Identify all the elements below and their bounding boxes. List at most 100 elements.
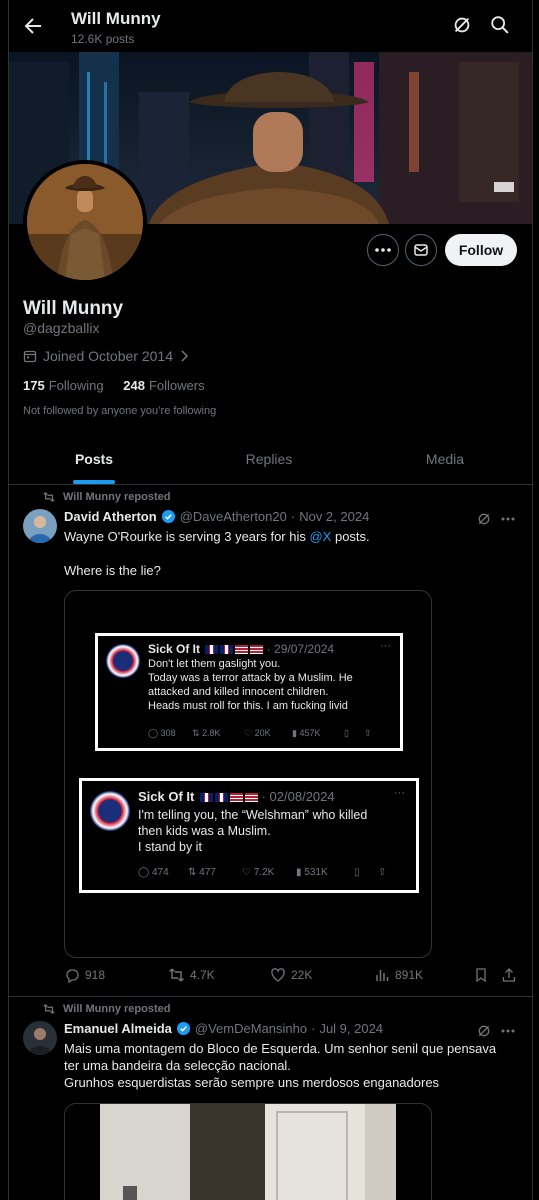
screenshot-avatar: [106, 644, 140, 678]
views-count: 891K: [395, 968, 424, 982]
screenshot-more-icon: ···: [380, 640, 391, 652]
screenshot-likes-count: 20K: [254, 728, 271, 738]
like-button[interactable]: 22K: [270, 967, 312, 983]
author-handle[interactable]: @VemDeMansinho: [195, 1021, 307, 1036]
profile-avatar[interactable]: [23, 160, 147, 284]
screenshot-body: Don't let them gaslight you. Today was a…: [148, 658, 353, 712]
active-tab-indicator: [73, 480, 115, 484]
flag-uk-icon: [220, 645, 234, 655]
screenshot-replies-count: 308: [160, 728, 176, 738]
chevron-right-icon[interactable]: [179, 350, 189, 362]
author-avatar[interactable]: [23, 1021, 57, 1055]
grok-icon[interactable]: [476, 511, 492, 527]
post-date[interactable]: Nov 2, 2024: [299, 509, 369, 524]
separator-dot: ·: [311, 1021, 316, 1036]
screenshot-body: I'm telling you, the “Welshman” who kill…: [138, 808, 368, 854]
author-name[interactable]: David Atherton: [64, 509, 157, 524]
screenshot-replies-count: 474: [151, 867, 169, 878]
repost-indicator: Will Munny reposted: [43, 1003, 170, 1015]
screenshot-reposts-count: 477: [199, 867, 216, 878]
repost-text: Will Munny reposted: [63, 491, 171, 503]
reply-button[interactable]: 918: [64, 967, 105, 983]
tab-replies[interactable]: Replies: [179, 436, 359, 484]
screenshot-actions: ◯ 474 ⇅ 477 ♡ 7.2K ▮ 531K ▯ ⇧: [138, 867, 392, 878]
post-text-start: Wayne O'Rourke is serving 3 years for hi…: [64, 529, 310, 544]
repost-text: Will Munny reposted: [63, 1003, 171, 1015]
post-media[interactable]: [64, 1103, 432, 1200]
heart-icon: ♡: [242, 867, 254, 878]
more-options-button[interactable]: [367, 234, 399, 266]
bookmark-icon[interactable]: [474, 967, 488, 983]
repost-icon: ⇅: [192, 728, 203, 738]
screenshot-more-icon: ···: [394, 787, 405, 799]
tab-media[interactable]: Media: [359, 436, 531, 484]
grok-icon[interactable]: [451, 14, 473, 36]
verified-badge-icon: [176, 1021, 191, 1036]
verified-badge-icon: [161, 509, 176, 524]
repost-button[interactable]: 4.7K: [168, 967, 215, 983]
screenshot-name: Sick Of It: [138, 789, 195, 804]
screenshot-avatar: [90, 791, 130, 831]
screenshot-date: · 29/07/2024: [266, 642, 335, 656]
reply-icon: ◯: [138, 867, 152, 878]
post-text: Wayne O'Rourke is serving 3 years for hi…: [64, 528, 519, 579]
back-arrow-icon[interactable]: [21, 14, 45, 38]
followers-link[interactable]: 248 Followers: [123, 378, 204, 393]
tab-posts[interactable]: Posts: [9, 436, 179, 484]
author-handle[interactable]: @DaveAtherton20: [180, 509, 287, 524]
joined-text: Joined October 2014: [43, 348, 173, 364]
reply-icon: ◯: [148, 728, 161, 738]
screenshot-tweet: Sick Of It · 02/08/2024 ··· I'm telling …: [79, 778, 419, 893]
share-icon[interactable]: [501, 967, 517, 983]
post-more-icon[interactable]: [499, 510, 517, 528]
follow-button[interactable]: Follow: [445, 234, 517, 266]
screenshot-likes-count: 7.2K: [253, 867, 275, 878]
header-title: Will Munny: [71, 9, 161, 28]
grok-icon[interactable]: [476, 1023, 492, 1039]
post-header: David Atherton @DaveAtherton20 · Nov 2, …: [64, 509, 369, 524]
screenshot-date: · 02/08/2024: [261, 789, 335, 804]
bookmark-icon: ▯: [354, 867, 360, 878]
message-button[interactable]: [405, 234, 437, 266]
flag-uk-icon: [205, 645, 219, 655]
screenshot-reposts: ⇅ 477: [188, 867, 242, 878]
screenshot-name: Sick Of It: [148, 642, 201, 656]
profile-tabs: Posts Replies Media: [9, 436, 532, 485]
heart-icon: [270, 967, 286, 983]
profile-handle: @dagzballix: [23, 320, 100, 336]
screenshot-replies: ◯ 474: [138, 867, 188, 878]
screenshot-views-count: 531K: [304, 867, 328, 878]
share-icon: ⇧: [378, 867, 387, 878]
mention-link[interactable]: @X: [309, 529, 331, 544]
post-date[interactable]: Jul 9, 2024: [319, 1021, 383, 1036]
author-name[interactable]: Emanuel Almeida: [64, 1021, 172, 1036]
repost-count: 4.7K: [190, 968, 215, 982]
flag-us-icon: [229, 793, 243, 803]
post-header: Emanuel Almeida @VemDeMansinho · Jul 9, …: [64, 1021, 383, 1036]
screenshot-reposts-count: 2.8K: [202, 728, 221, 738]
author-avatar[interactable]: [23, 509, 57, 543]
avatar-image: [27, 164, 143, 280]
following-label: Following: [48, 378, 104, 393]
post-text: Mais uma montagem do Bloco de Esquerda. …: [64, 1041, 497, 1090]
search-icon[interactable]: [489, 14, 511, 36]
post-media[interactable]: Sick Of It · 29/07/2024 ··· Don't let th…: [64, 590, 432, 958]
views-button[interactable]: 891K: [374, 967, 423, 983]
bookmark-icon: ▯: [344, 728, 349, 738]
screenshot-header: Sick Of It · 02/08/2024: [138, 789, 335, 804]
top-bar: Will Munny 12.6K posts: [9, 0, 532, 52]
post-item[interactable]: Will Munny reposted Emanuel Almeida @Vem…: [9, 997, 532, 1200]
like-count: 22K: [291, 968, 313, 982]
following-count: 175: [23, 378, 45, 393]
post-more-icon[interactable]: [499, 1022, 517, 1040]
followers-count: 248: [123, 378, 145, 393]
header-post-count: 12.6K posts: [71, 32, 135, 46]
followers-label: Followers: [148, 378, 205, 393]
screenshot-reposts: ⇅ 2.8K: [192, 728, 244, 739]
screenshot-replies: ◯ 308: [148, 728, 192, 739]
repost-icon: ⇅: [188, 867, 200, 878]
following-link[interactable]: 175 Following: [23, 378, 104, 393]
share-icon: ⇧: [364, 728, 372, 738]
post-item[interactable]: Will Munny reposted David Atherton @Dave…: [9, 485, 532, 997]
screenshot-likes: ♡ 20K: [244, 728, 292, 739]
